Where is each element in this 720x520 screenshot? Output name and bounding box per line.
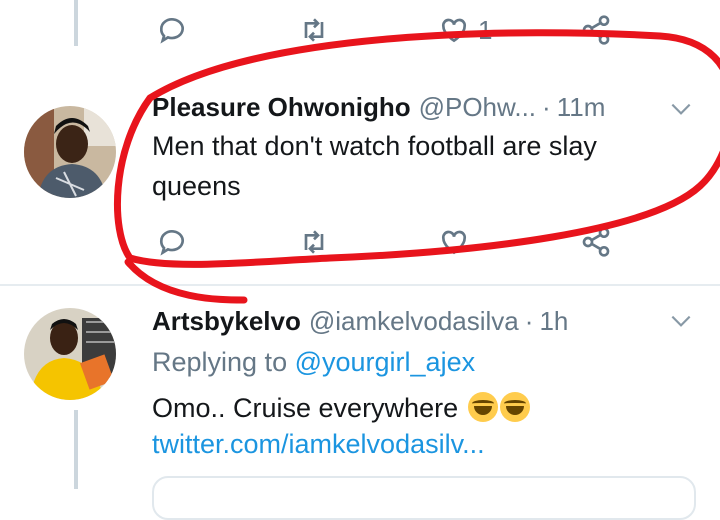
- replying-to-line: Replying to @yourgirl_ajex: [152, 342, 475, 382]
- tweet-actions: [0, 222, 720, 262]
- like-button[interactable]: [438, 222, 470, 262]
- tweet-text: Omo.. Cruise everywhere: [152, 388, 530, 428]
- separator-dot: ·: [542, 92, 551, 122]
- chevron-down-icon[interactable]: [668, 308, 694, 334]
- avatar[interactable]: [24, 106, 116, 198]
- tweet-link[interactable]: twitter.com/iamkelvodasilv...: [152, 424, 485, 464]
- share-button[interactable]: [580, 222, 612, 262]
- avatar[interactable]: [24, 308, 116, 400]
- user-handle[interactable]: @iamkelvodasilva: [309, 306, 519, 337]
- tweet-header: Artsbykelvo @iamkelvodasilva · 1h: [152, 306, 720, 340]
- separator-dot: ·: [524, 306, 534, 336]
- chevron-down-icon[interactable]: [668, 96, 694, 122]
- display-name[interactable]: Pleasure Ohwonigho: [152, 92, 411, 123]
- tweet-text-line-2: queens: [152, 171, 241, 201]
- display-name[interactable]: Artsbykelvo: [152, 306, 301, 337]
- tweet-pleasure[interactable]: Pleasure Ohwonigho @POhw... · 11m Men th…: [0, 0, 720, 284]
- retweet-icon: [304, 230, 324, 254]
- laughing-emoji-icon: [499, 392, 530, 422]
- replying-to-link[interactable]: @yourgirl_ajex: [295, 347, 475, 377]
- replying-prefix: Replying to: [152, 347, 288, 377]
- tweet-header: Pleasure Ohwonigho @POhw... · 11m: [152, 92, 720, 126]
- tweet-text-line-1: Men that don't watch football are slay: [152, 131, 597, 161]
- avatar-image: [24, 106, 116, 198]
- timestamp[interactable]: 1h: [539, 306, 568, 337]
- link-card-preview[interactable]: [152, 476, 696, 520]
- reply-icon: [159, 230, 184, 256]
- timestamp[interactable]: 11m: [557, 92, 606, 123]
- heart-icon: [441, 230, 467, 255]
- avatar-image: [24, 308, 116, 400]
- laughing-emoji-icon: [467, 392, 498, 422]
- reply-button[interactable]: [156, 222, 188, 262]
- share-icon: [582, 227, 610, 257]
- user-handle[interactable]: @POhw...: [419, 92, 536, 123]
- tweet-artsbykelvo[interactable]: Artsbykelvo @iamkelvodasilva · 1h Replyi…: [0, 286, 720, 489]
- retweet-button[interactable]: [298, 222, 330, 262]
- tweet-text-body: Omo.. Cruise everywhere: [152, 393, 459, 423]
